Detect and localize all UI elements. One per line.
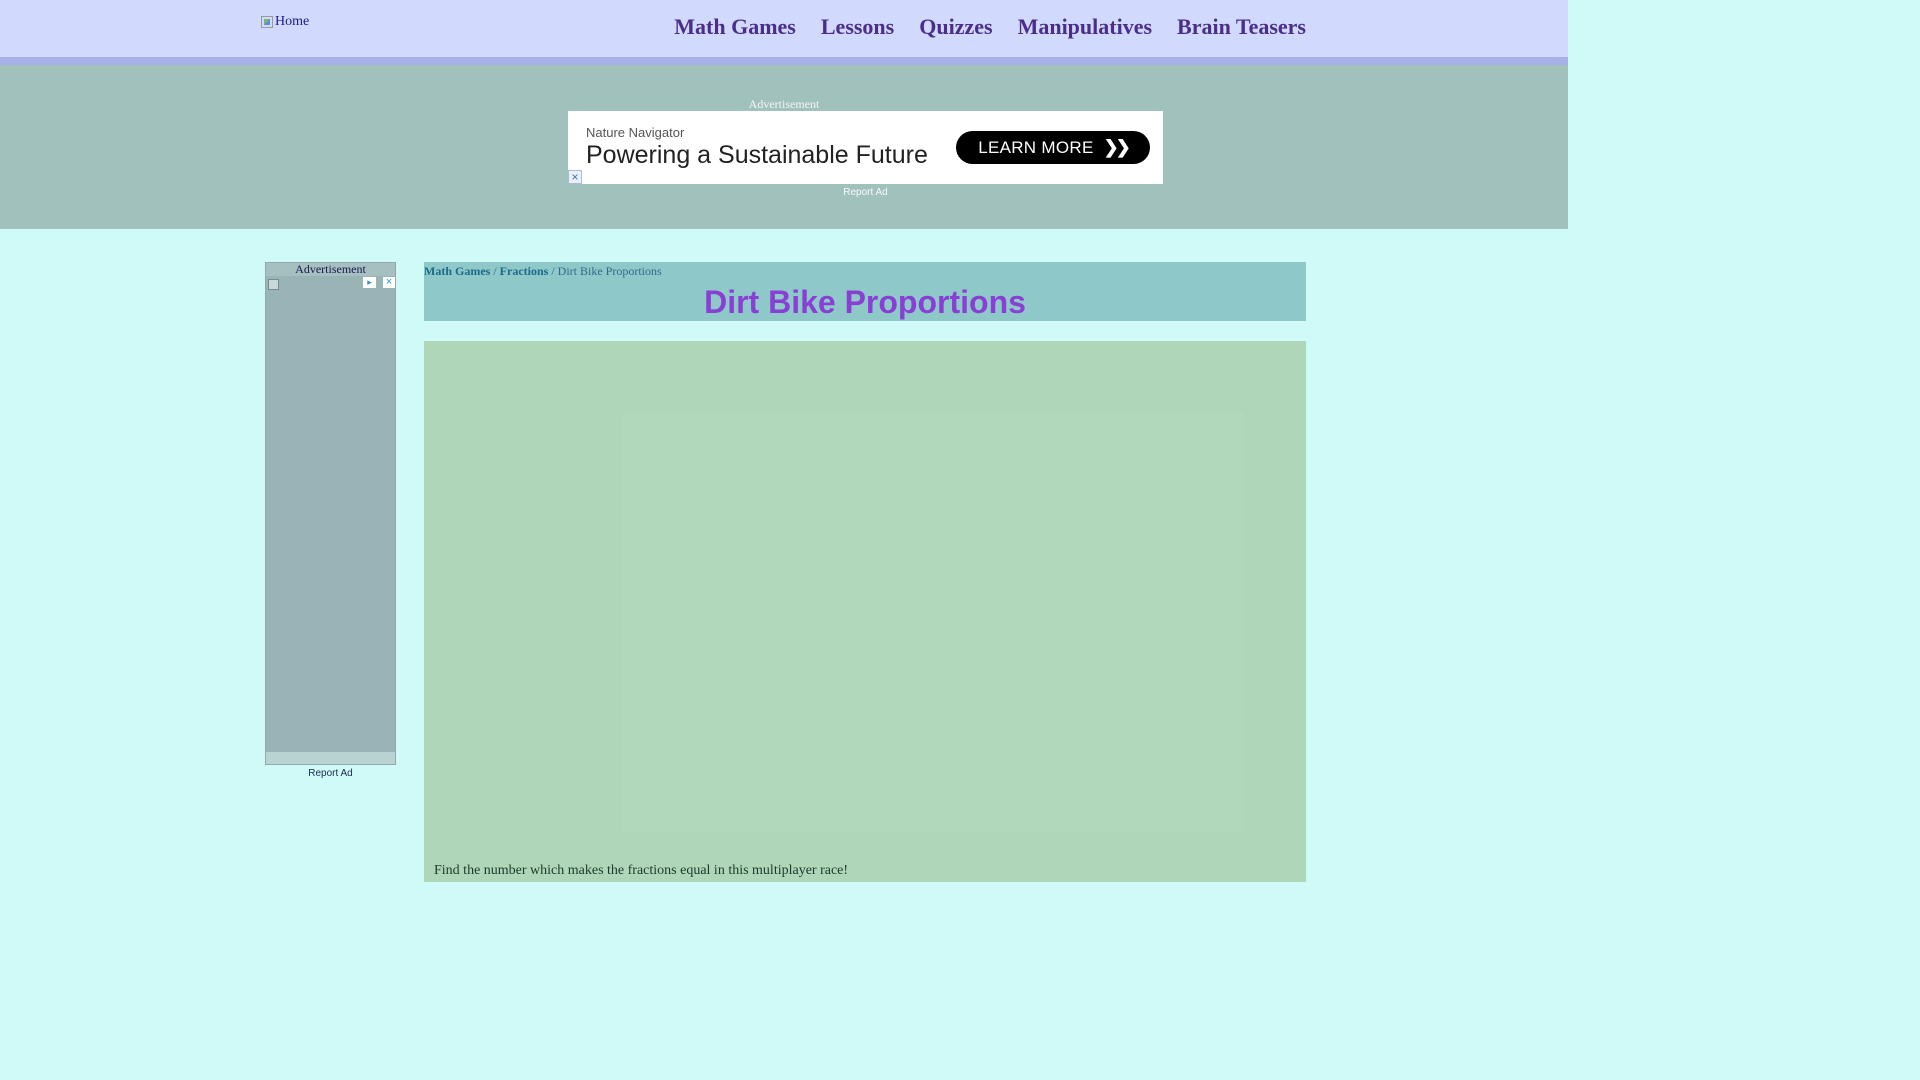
- breadcrumb-separator: /: [490, 264, 500, 278]
- broken-image-icon: [261, 16, 273, 28]
- breadcrumb: Math Games / Fractions / Dirt Bike Propo…: [424, 264, 662, 279]
- sidebar-ad-label: Advertisement: [266, 263, 395, 276]
- nav-lessons[interactable]: Lessons: [821, 14, 894, 40]
- home-logo-alt-text: Home: [275, 14, 310, 29]
- header-divider: [0, 57, 1568, 65]
- broken-image-icon: [268, 279, 279, 290]
- sidebar-ad-footer: [266, 752, 395, 764]
- nav-manipulatives[interactable]: Manipulatives: [1018, 14, 1152, 40]
- nav-brain-teasers[interactable]: Brain Teasers: [1177, 14, 1306, 40]
- title-block: Math Games / Fractions / Dirt Bike Propo…: [424, 262, 1306, 321]
- sidebar-ad[interactable]: Advertisement ▸ ×: [265, 262, 396, 765]
- learn-more-label: LEARN MORE: [978, 137, 1094, 157]
- main-nav: Math Games Lessons Quizzes Manipulatives…: [674, 14, 1306, 40]
- close-icon[interactable]: ×: [568, 170, 582, 184]
- close-icon[interactable]: ×: [383, 277, 395, 288]
- double-chevron-right-icon: ❯❯: [1103, 137, 1131, 157]
- site-header: Home Math Games Lessons Quizzes Manipula…: [0, 0, 1568, 57]
- top-ad-label: Advertisement: [748, 97, 820, 111]
- breadcrumb-current: Dirt Bike Proportions: [557, 264, 662, 278]
- banner-advertiser: Nature Navigator: [586, 125, 685, 140]
- page-title: Dirt Bike Proportions: [704, 284, 1026, 320]
- game-panel: Find the number which makes the fraction…: [424, 341, 1306, 882]
- ad-choices-icon[interactable]: ▸: [363, 277, 376, 288]
- report-ad-link-top[interactable]: Report Ad: [0, 187, 1731, 198]
- breadcrumb-fractions[interactable]: Fractions: [500, 264, 549, 278]
- game-frame[interactable]: [622, 413, 1244, 833]
- home-logo-link[interactable]: Home: [261, 14, 309, 30]
- banner-ad[interactable]: Nature Navigator Powering a Sustainable …: [568, 111, 1163, 184]
- breadcrumb-math-games[interactable]: Math Games: [424, 264, 490, 278]
- nav-quizzes[interactable]: Quizzes: [919, 14, 992, 40]
- banner-headline: Powering a Sustainable Future: [586, 141, 928, 169]
- breadcrumb-separator: /: [548, 264, 558, 278]
- game-description: Find the number which makes the fraction…: [434, 863, 849, 878]
- learn-more-button[interactable]: LEARN MORE ❯❯: [956, 131, 1150, 164]
- report-ad-link-side[interactable]: Report Ad: [265, 768, 396, 779]
- nav-math-games[interactable]: Math Games: [674, 14, 796, 40]
